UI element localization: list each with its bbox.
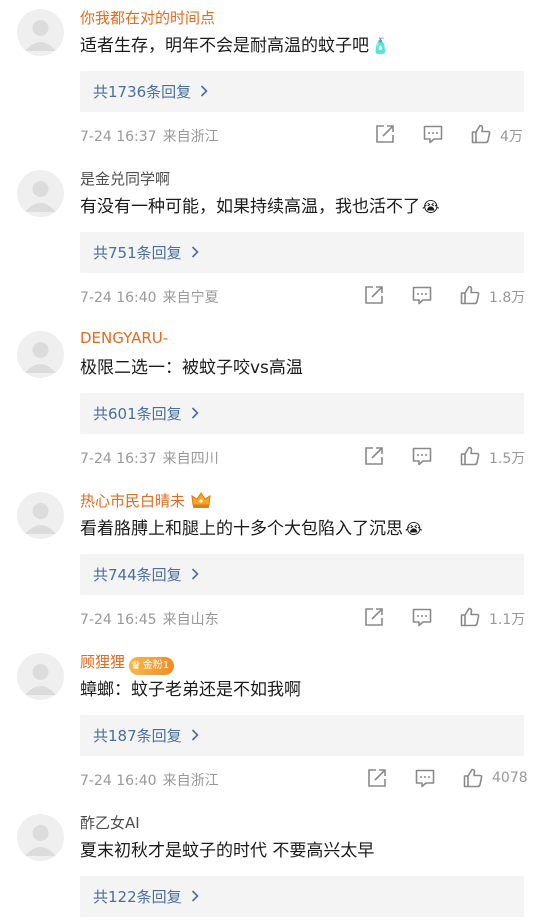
share-icon[interactable] [363,284,385,306]
comment-meta: 7-24 16:40 来自浙江 [80,770,219,790]
crown-icon: ♛ [131,659,141,672]
location: 来自浙江 [162,129,219,145]
comment-icon[interactable] [411,284,433,306]
comment-text: 适者生存，明年不会是耐高温的蚊子吧 🧴 [80,31,390,56]
username[interactable]: 你我都在对的时间点 [80,7,215,28]
avatar[interactable] [17,9,64,56]
chevron-right-icon [191,568,199,580]
comment-text-body: 适者生存，明年不会是耐高温的蚊子吧 [80,36,369,56]
username-text: 热心市民白晴未 [80,492,186,510]
comment-item: 热心市民白晴未 看着胳膊上和腿上的十多个大包陷入了沉思 😭 共744条回复 7-2… [0,483,540,644]
timestamp: 7-24 16:37 [80,451,157,467]
location: 来自四川 [162,451,219,467]
comment-text-body: 蟑螂：蚊子老弟还是不如我啊 [80,680,301,700]
comment-item: DENGYARU- 极限二选一：被蚊子咬vs高温 共601条回复 7-24 16… [0,322,540,483]
share-icon[interactable] [363,445,385,467]
view-replies-button[interactable]: 共751条回复 [80,232,524,273]
comment-meta: 7-24 16:45 来自山东 [80,609,219,629]
view-replies-button[interactable]: 共1736条回复 [80,71,524,112]
comment-icon[interactable] [414,767,436,789]
comment-item: 顾狸狸 ♛ 金粉1 蟑螂：蚊子老弟还是不如我啊 共187条回复 7-24 16:40… [0,644,540,805]
username[interactable]: 酢乙女AI [80,812,140,833]
comment-text: 极限二选一：被蚊子咬vs高温 [80,353,303,378]
fan-badge-label: 金粉1 [142,660,170,671]
username-text: 顾狸狸 [80,653,126,671]
comment-icon[interactable] [411,445,433,467]
username[interactable]: 是金兑同学啊 [80,168,170,189]
comment-text-body: 有没有一种可能，如果持续高温，我也活不了 [80,197,420,217]
chevron-right-icon [191,246,199,258]
comment-item: 酢乙女AI 夏末初秋才是蚊子的时代 不要高兴太早 共122条回复 [0,805,540,921]
comment-text-body: 极限二选一：被蚊子咬vs高温 [80,358,303,378]
crown-badge-icon [191,492,211,508]
comment-text-body: 夏末初秋才是蚊子的时代 不要高兴太早 [80,841,375,861]
reply-count: 共601条回复 [93,405,182,423]
share-icon[interactable] [366,767,388,789]
view-replies-button[interactable]: 共122条回复 [80,876,524,917]
comment-text: 夏末初秋才是蚊子的时代 不要高兴太早 [80,836,374,861]
thumbs-up-icon[interactable] [462,767,484,789]
username[interactable]: 顾狸狸 ♛ 金粉1 [80,651,175,675]
avatar[interactable] [17,653,64,700]
chevron-right-icon [191,890,199,902]
like-count: 1.1万 [489,612,526,628]
reply-count: 共744条回复 [93,566,182,584]
thumbs-up-icon[interactable] [459,284,481,306]
comment-icon[interactable] [422,123,444,145]
comment-item: 你我都在对的时间点 适者生存，明年不会是耐高温的蚊子吧 🧴 共1736条回复 7-… [0,0,540,161]
view-replies-button[interactable]: 共744条回复 [80,554,524,595]
avatar[interactable] [17,170,64,217]
like-count: 1.8万 [489,290,526,306]
timestamp: 7-24 16:40 [80,773,157,789]
comment-meta: 7-24 16:40 来自宁夏 [80,287,219,307]
location: 来自山东 [162,612,219,628]
comment-emoji: 🧴 [371,37,390,55]
avatar[interactable] [17,814,64,861]
comment-text-body: 看着胳膊上和腿上的十多个大包陷入了沉思 [80,519,403,539]
timestamp: 7-24 16:37 [80,129,157,145]
comment-emoji: 😭 [405,520,423,538]
comment-meta: 7-24 16:37 来自浙江 [80,126,219,146]
location: 来自宁夏 [162,290,219,306]
comment-emoji: 😭 [422,198,440,216]
reply-count: 共187条回复 [93,727,182,745]
comment-text: 蟑螂：蚊子老弟还是不如我啊 [80,675,301,700]
like-count: 4万 [500,129,523,145]
username[interactable]: DENGYARU- [80,329,168,347]
chevron-right-icon [191,729,199,741]
reply-count: 共122条回复 [93,888,182,906]
username[interactable]: 热心市民白晴未 [80,490,211,511]
avatar[interactable] [17,331,64,378]
view-replies-button[interactable]: 共187条回复 [80,715,524,756]
thumbs-up-icon[interactable] [459,445,481,467]
comment-text: 有没有一种可能，如果持续高温，我也活不了 😭 [80,192,440,217]
chevron-right-icon [200,85,208,97]
timestamp: 7-24 16:45 [80,612,157,628]
reply-count: 共751条回复 [93,244,182,262]
timestamp: 7-24 16:40 [80,290,157,306]
comment-icon[interactable] [411,606,433,628]
like-count: 4078 [492,770,528,786]
chevron-right-icon [191,407,199,419]
reply-count: 共1736条回复 [93,83,192,101]
comment-item: 是金兑同学啊 有没有一种可能，如果持续高温，我也活不了 😭 共751条回复 7-2… [0,161,540,322]
view-replies-button[interactable]: 共601条回复 [80,393,524,434]
comment-meta: 7-24 16:37 来自四川 [80,448,219,468]
comment-text: 看着胳膊上和腿上的十多个大包陷入了沉思 😭 [80,514,423,539]
like-count: 1.5万 [489,451,526,467]
location: 来自浙江 [162,773,219,789]
thumbs-up-icon[interactable] [459,606,481,628]
share-icon[interactable] [374,123,396,145]
fan-level-badge: ♛ 金粉1 [129,657,175,675]
share-icon[interactable] [363,606,385,628]
thumbs-up-icon[interactable] [470,123,492,145]
avatar[interactable] [17,492,64,539]
